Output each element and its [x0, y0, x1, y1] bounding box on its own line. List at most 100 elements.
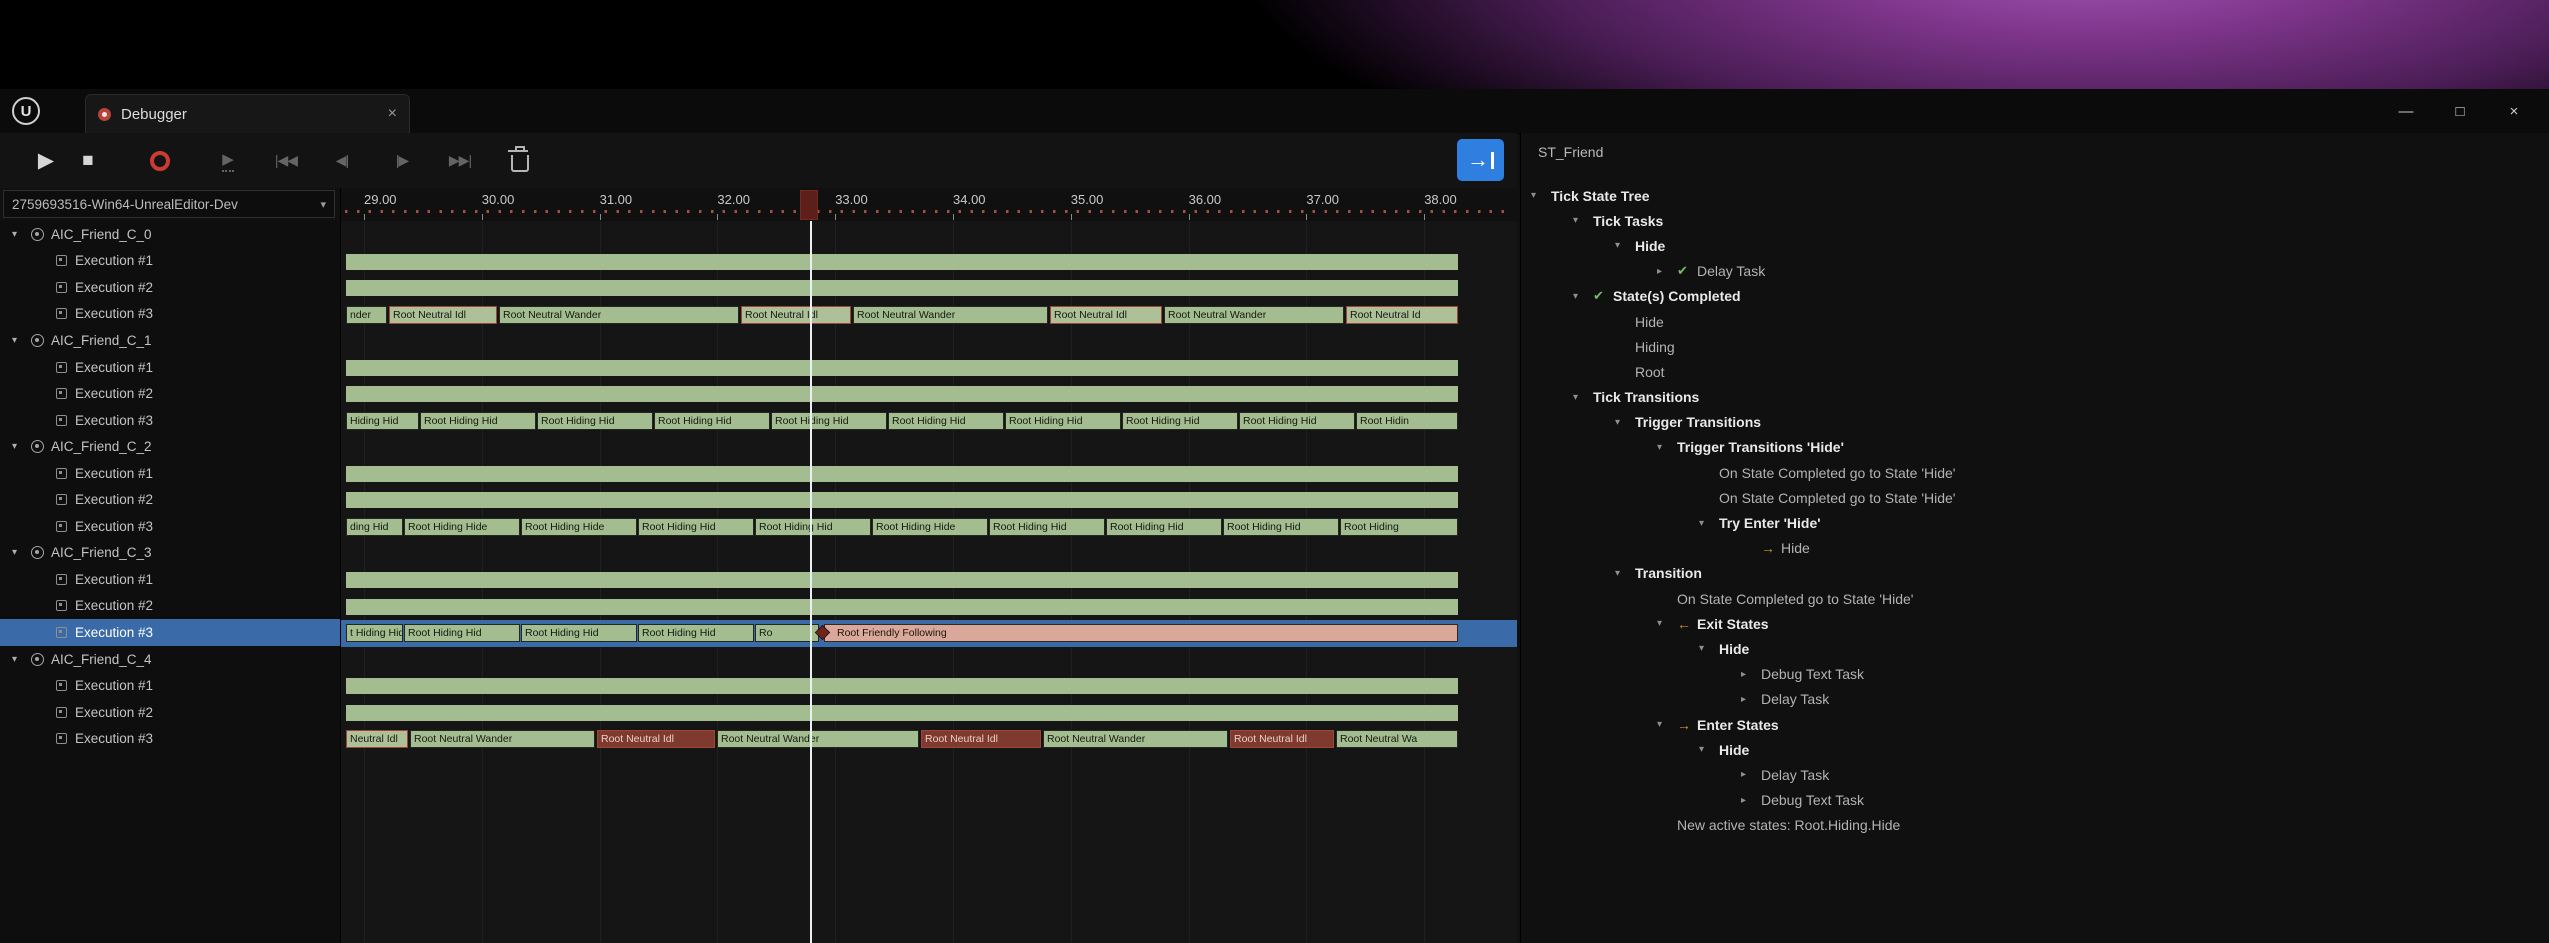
timeline-group-row[interactable]: ▾AIC_Friend_C_0	[0, 221, 340, 248]
execution-row[interactable]: Execution #2	[0, 593, 340, 620]
state-tree-row[interactable]: ▾Hide	[1521, 737, 2549, 762]
track-segment[interactable]: Root Hiding Hid	[755, 518, 871, 536]
track-segment[interactable]: Root Neutral Wander	[1043, 730, 1228, 748]
track-segment[interactable]: Root Hiding Hid	[888, 412, 1004, 430]
state-tree-row[interactable]: Root	[1521, 359, 2549, 384]
expander-icon[interactable]: ▾	[1615, 240, 1635, 251]
execution-row[interactable]: Execution #2	[0, 699, 340, 726]
track-segment[interactable]: Root Hiding Hid	[420, 412, 536, 430]
track-segment[interactable]: Root Hiding Hid	[1239, 412, 1355, 430]
track-segment[interactable]: nder	[346, 306, 387, 324]
timeline-ruler[interactable]: 29.0030.0031.0032.0033.0034.0035.0036.00…	[341, 188, 1517, 220]
track-segment[interactable]: Root Hiding Hid	[1005, 412, 1121, 430]
state-tree-row[interactable]: ▾→Enter States	[1521, 712, 2549, 737]
scrub-handle[interactable]	[800, 190, 818, 220]
state-tree-row[interactable]: ▾Transition	[1521, 561, 2549, 586]
state-tree-row[interactable]: ▾✔State(s) Completed	[1521, 284, 2549, 309]
expander-icon[interactable]: ▾	[12, 229, 24, 240]
step-back-button[interactable]: ◀|	[322, 133, 362, 188]
track-segment[interactable]: Root Hiding Hid	[404, 624, 520, 642]
expander-icon[interactable]: ▾	[1573, 392, 1593, 403]
state-tree-row[interactable]: ▾Hide	[1521, 233, 2549, 258]
timeline-group-row[interactable]: ▾AIC_Friend_C_4	[0, 646, 340, 673]
expander-icon[interactable]: ▾	[12, 335, 24, 346]
expander-icon[interactable]: ▾	[1657, 442, 1677, 453]
track-segment[interactable]: Root Hiding Hid	[1122, 412, 1238, 430]
execution-row[interactable]: Execution #2	[0, 486, 340, 513]
track-segment[interactable]: Root Neutral Wander	[1164, 306, 1344, 324]
close-button[interactable]: ×	[2487, 91, 2541, 131]
state-tree-row[interactable]: ▾Try Enter 'Hide'	[1521, 510, 2549, 535]
track-segment[interactable]: Root Neutral Idl	[597, 730, 715, 748]
expander-icon[interactable]: ▾	[1615, 568, 1635, 579]
execution-row[interactable]: Execution #1	[0, 248, 340, 275]
track-bar[interactable]	[346, 599, 1458, 615]
track-segment[interactable]: Root Neutral Idl	[389, 306, 497, 324]
expander-icon[interactable]: ▸	[1741, 694, 1761, 705]
track-segment[interactable]: ding Hid	[346, 518, 403, 536]
timeline-group-row[interactable]: ▾AIC_Friend_C_3	[0, 540, 340, 567]
state-tree-row[interactable]: On State Completed go to State 'Hide'	[1521, 485, 2549, 510]
expander-icon[interactable]: ▾	[12, 547, 24, 558]
track-bar[interactable]	[346, 280, 1458, 296]
track-segment[interactable]: Root Hiding Hid	[638, 624, 754, 642]
expander-icon[interactable]: ▸	[1741, 669, 1761, 680]
track-segment[interactable]: Root Neutral Idl	[741, 306, 851, 324]
state-tree-row[interactable]: On State Completed go to State 'Hide'	[1521, 460, 2549, 485]
step-button[interactable]: ▶	[208, 133, 248, 188]
clear-button[interactable]	[500, 133, 540, 188]
state-tree-row[interactable]: New active states: Root.Hiding.Hide	[1521, 813, 2549, 838]
expander-icon[interactable]: ▾	[1531, 190, 1551, 201]
track-segment[interactable]: Hiding Hid	[346, 412, 419, 430]
state-tree-row[interactable]: ▾Tick Tasks	[1521, 208, 2549, 233]
track-segment[interactable]: Root Neutral Idl	[1230, 730, 1334, 748]
state-tree-row[interactable]: ▸Debug Text Task	[1521, 788, 2549, 813]
track-segment[interactable]: t Hiding Hid	[346, 624, 403, 642]
state-tree-row[interactable]: ▾Tick State Tree	[1521, 183, 2549, 208]
execution-row[interactable]: Execution #2	[0, 380, 340, 407]
follow-playhead-button[interactable]: →	[1457, 139, 1504, 181]
track-segment[interactable]: Neutral Idl	[346, 730, 408, 748]
track-segment[interactable]: Root Hidin	[1356, 412, 1458, 430]
track-bar[interactable]	[346, 466, 1458, 482]
track-segment[interactable]: Root Neutral Wander	[853, 306, 1048, 324]
track-segment[interactable]: Root Neutral Id	[1346, 306, 1458, 324]
timeline-group-row[interactable]: ▾AIC_Friend_C_1	[0, 327, 340, 354]
tab-close-icon[interactable]: ×	[388, 105, 397, 123]
expander-icon[interactable]: ▾	[1657, 618, 1677, 629]
track-bar[interactable]	[346, 492, 1458, 508]
state-tree-row[interactable]: ▾Tick Transitions	[1521, 385, 2549, 410]
state-tree-row[interactable]: Hide	[1521, 309, 2549, 334]
expander-icon[interactable]: ▾	[1573, 215, 1593, 226]
execution-row[interactable]: Execution #1	[0, 566, 340, 593]
execution-row[interactable]: Execution #3	[0, 301, 340, 328]
expander-icon[interactable]: ▾	[12, 441, 24, 452]
minimize-button[interactable]: —	[2379, 91, 2433, 131]
track-segment[interactable]: Root Hiding Hid	[1223, 518, 1339, 536]
execution-row[interactable]: Execution #3	[0, 619, 340, 646]
restore-button[interactable]: □	[2433, 91, 2487, 131]
track-segment[interactable]: Root Hiding Hid	[638, 518, 754, 536]
state-tree-row[interactable]: ▸Delay Task	[1521, 762, 2549, 787]
track-bar[interactable]	[346, 572, 1458, 588]
track-segment[interactable]: Root Neutral Idl	[1050, 306, 1162, 324]
execution-row[interactable]: Execution #1	[0, 460, 340, 487]
track-segment[interactable]: Root Hiding Hid	[654, 412, 770, 430]
stop-button[interactable]: ■	[70, 133, 106, 188]
record-button[interactable]	[142, 133, 178, 188]
state-tree-row[interactable]: ▸✔Delay Task	[1521, 259, 2549, 284]
track-bar[interactable]	[346, 386, 1458, 402]
session-dropdown[interactable]: 2759693516-Win64-UnrealEditor-Dev ▾	[3, 190, 335, 218]
execution-row[interactable]: Execution #2	[0, 274, 340, 301]
track-segment[interactable]: Root Hiding Hid	[989, 518, 1105, 536]
jump-to-start-button[interactable]: |◀◀	[262, 133, 310, 188]
expander-icon[interactable]: ▾	[1699, 518, 1719, 529]
play-button[interactable]: ▶	[26, 133, 66, 188]
track-segment[interactable]: Root Neutral Wander	[499, 306, 739, 324]
track-bar[interactable]	[346, 360, 1458, 376]
track-bar[interactable]	[346, 254, 1458, 270]
expander-icon[interactable]: ▸	[1741, 769, 1761, 780]
jump-to-end-button[interactable]: ▶▶|	[436, 133, 484, 188]
expander-icon[interactable]: ▾	[1699, 744, 1719, 755]
track-segment[interactable]: Root Neutral Wa	[1336, 730, 1458, 748]
